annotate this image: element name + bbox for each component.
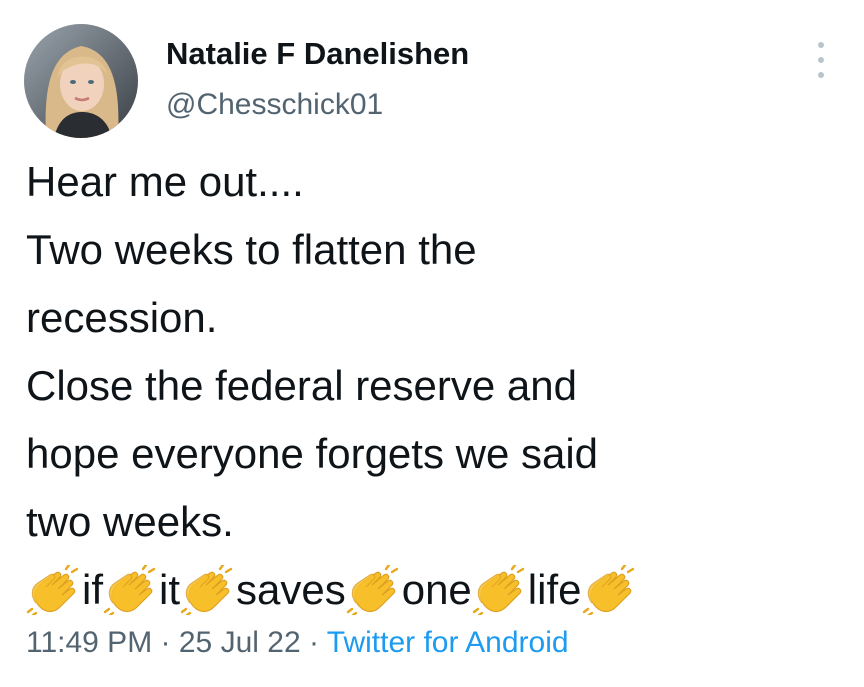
clap-word: one xyxy=(401,566,472,613)
clapping-hands-icon xyxy=(26,565,82,615)
tweet-line: Hear me out.... xyxy=(26,158,304,205)
tweet-line: two weeks. xyxy=(26,498,234,545)
profile-photo-icon xyxy=(24,24,138,138)
clapping-hands-icon xyxy=(180,565,236,615)
tweet-line: hope everyone forgets we said xyxy=(26,430,599,477)
clapping-hands-icon xyxy=(472,565,528,615)
meta-separator: · xyxy=(160,626,171,659)
tweet-source-link[interactable]: Twitter for Android xyxy=(327,626,569,659)
dot xyxy=(818,42,824,48)
tweet-time[interactable]: 11:49 PM xyxy=(26,626,152,659)
tweet-card: Natalie F Danelishen @Chesschick01 Hear … xyxy=(0,0,864,687)
clapping-hands-icon xyxy=(346,565,402,615)
tweet-line: Two weeks to flatten the xyxy=(26,226,477,273)
tweet-date[interactable]: 25 Jul 22 xyxy=(179,626,301,659)
handle[interactable]: @Chesschick01 xyxy=(166,88,383,122)
clap-word: saves xyxy=(236,566,346,613)
avatar[interactable] xyxy=(24,24,138,138)
tweet-meta: 11:49 PM · 25 Jul 22 · Twitter for Andro… xyxy=(26,626,569,660)
clap-word: life xyxy=(527,566,582,613)
tweet-text: Hear me out.... Two weeks to flatten the… xyxy=(26,148,846,624)
clapping-hands-icon xyxy=(103,565,159,615)
meta-separator: · xyxy=(308,626,319,659)
tweet-line: Close the federal reserve and xyxy=(26,362,577,409)
clap-line: if it saves one life xyxy=(26,556,846,624)
dot xyxy=(818,72,824,78)
display-name[interactable]: Natalie F Danelishen xyxy=(166,36,469,72)
dot xyxy=(818,57,824,63)
tweet-line: recession. xyxy=(26,294,218,341)
clap-word: if xyxy=(82,566,103,613)
more-options-icon[interactable] xyxy=(812,40,830,80)
clap-word: it xyxy=(159,566,180,613)
clapping-hands-icon xyxy=(582,565,638,615)
